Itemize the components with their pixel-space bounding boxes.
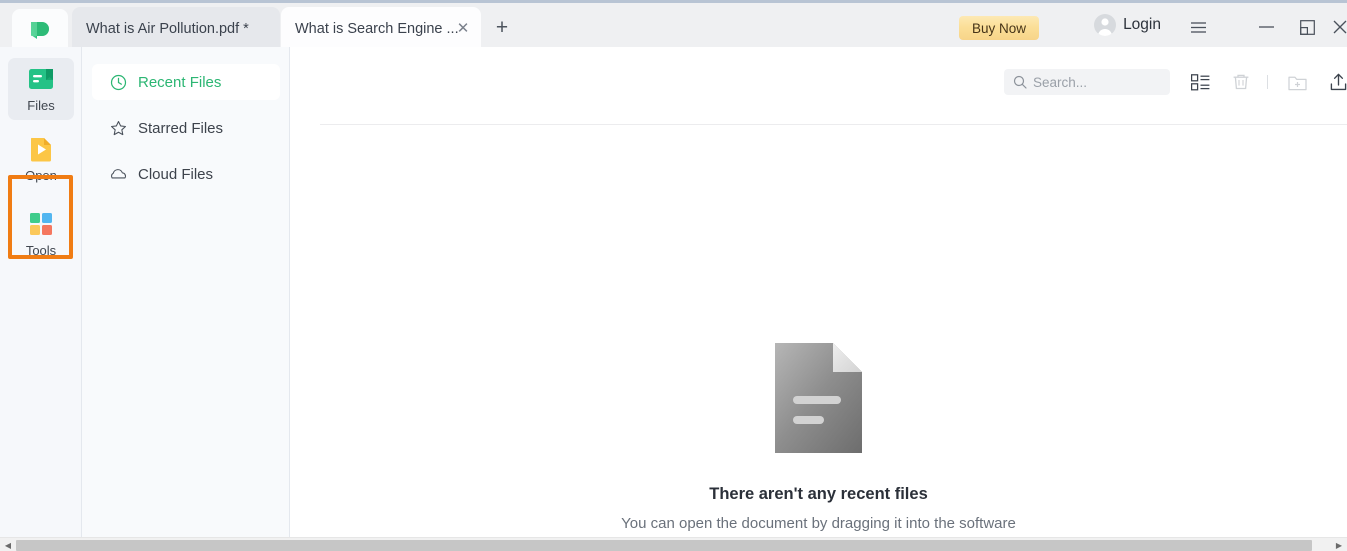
minimize-icon <box>1258 26 1274 28</box>
star-icon <box>111 120 126 135</box>
nav-label: Starred Files <box>138 119 224 137</box>
nav-label: Cloud Files <box>138 165 214 183</box>
empty-state-title: There aren't any recent files <box>709 485 928 503</box>
hamburger-menu-icon[interactable] <box>1187 16 1209 38</box>
restore-icon <box>1299 19 1315 35</box>
avatar <box>1094 14 1117 36</box>
app-logo <box>12 9 68 50</box>
files-nav-panel: Recent Files Starred Files Cloud Files <box>82 47 290 551</box>
rail-item-tools[interactable]: Tools <box>8 203 74 265</box>
list-view-icon <box>1190 73 1209 90</box>
upload-icon <box>1330 73 1346 91</box>
document-placeholder-icon <box>775 343 862 453</box>
empty-state-subtitle: You can open the document by dragging it… <box>621 515 1016 532</box>
trash-icon <box>1233 74 1249 90</box>
buy-now-button[interactable]: Buy Now <box>958 16 1039 40</box>
close-icon <box>1333 20 1347 34</box>
scroll-right-arrow-icon[interactable]: ▶ <box>1332 539 1346 551</box>
rail-label: Files <box>27 98 55 113</box>
files-icon <box>29 69 53 89</box>
login-button[interactable]: Login <box>1094 14 1161 36</box>
new-folder-button <box>1284 69 1310 95</box>
toolbar-separator-line <box>320 124 1347 125</box>
scroll-left-arrow-icon[interactable]: ◀ <box>1 539 15 551</box>
nav-label: Recent Files <box>138 73 222 91</box>
new-folder-icon <box>1287 76 1307 90</box>
nav-item-starred-files[interactable]: Starred Files <box>92 110 280 146</box>
menu-glyph <box>1190 21 1206 33</box>
application-window: What is Air Pollution.pdf * What is Sear… <box>0 0 1347 551</box>
buy-now-label: Buy Now <box>971 20 1026 36</box>
restore-button[interactable] <box>1296 16 1318 38</box>
toolbar-divider <box>1267 75 1268 89</box>
rail-item-files[interactable]: Files <box>8 58 74 120</box>
user-icon <box>1098 18 1113 36</box>
close-icon[interactable]: ✕ <box>455 21 471 37</box>
empty-state: There aren't any recent files You can op… <box>290 343 1347 532</box>
search-input[interactable] <box>1033 74 1157 90</box>
tab-air-pollution[interactable]: What is Air Pollution.pdf * <box>72 7 280 50</box>
search-box[interactable] <box>1004 69 1170 95</box>
scrollbar-thumb[interactable] <box>16 540 1312 551</box>
new-tab-button[interactable]: + <box>491 17 513 40</box>
tab-label: What is Search Engine ... <box>295 20 459 37</box>
upload-button[interactable] <box>1325 69 1347 95</box>
main-content: There aren't any recent files You can op… <box>290 47 1347 551</box>
tools-grid-icon <box>30 213 52 235</box>
list-view-button[interactable] <box>1187 69 1213 95</box>
title-bar: What is Air Pollution.pdf * What is Sear… <box>0 0 1347 50</box>
clock-icon <box>110 74 127 90</box>
cloud-icon <box>111 168 126 178</box>
login-label: Login <box>1123 16 1161 33</box>
minimize-button[interactable] <box>1255 16 1277 38</box>
horizontal-scrollbar[interactable]: ◀ ▶ <box>0 537 1347 551</box>
tab-label: What is Air Pollution.pdf * <box>86 20 249 37</box>
rail-label: Open <box>25 168 57 183</box>
nav-item-recent-files[interactable]: Recent Files <box>92 64 280 100</box>
pdfelement-logo-icon <box>31 21 49 39</box>
open-document-icon <box>31 137 51 162</box>
delete-button <box>1228 69 1254 95</box>
rail-item-open[interactable]: Open <box>8 128 74 190</box>
tab-search-engine[interactable]: What is Search Engine ... ✕ <box>281 7 481 50</box>
close-button[interactable] <box>1329 16 1347 38</box>
left-rail: Files Open Tools <box>0 47 82 551</box>
nav-item-cloud-files[interactable]: Cloud Files <box>92 156 280 192</box>
search-icon <box>1013 75 1027 89</box>
rail-label: Tools <box>25 243 57 258</box>
